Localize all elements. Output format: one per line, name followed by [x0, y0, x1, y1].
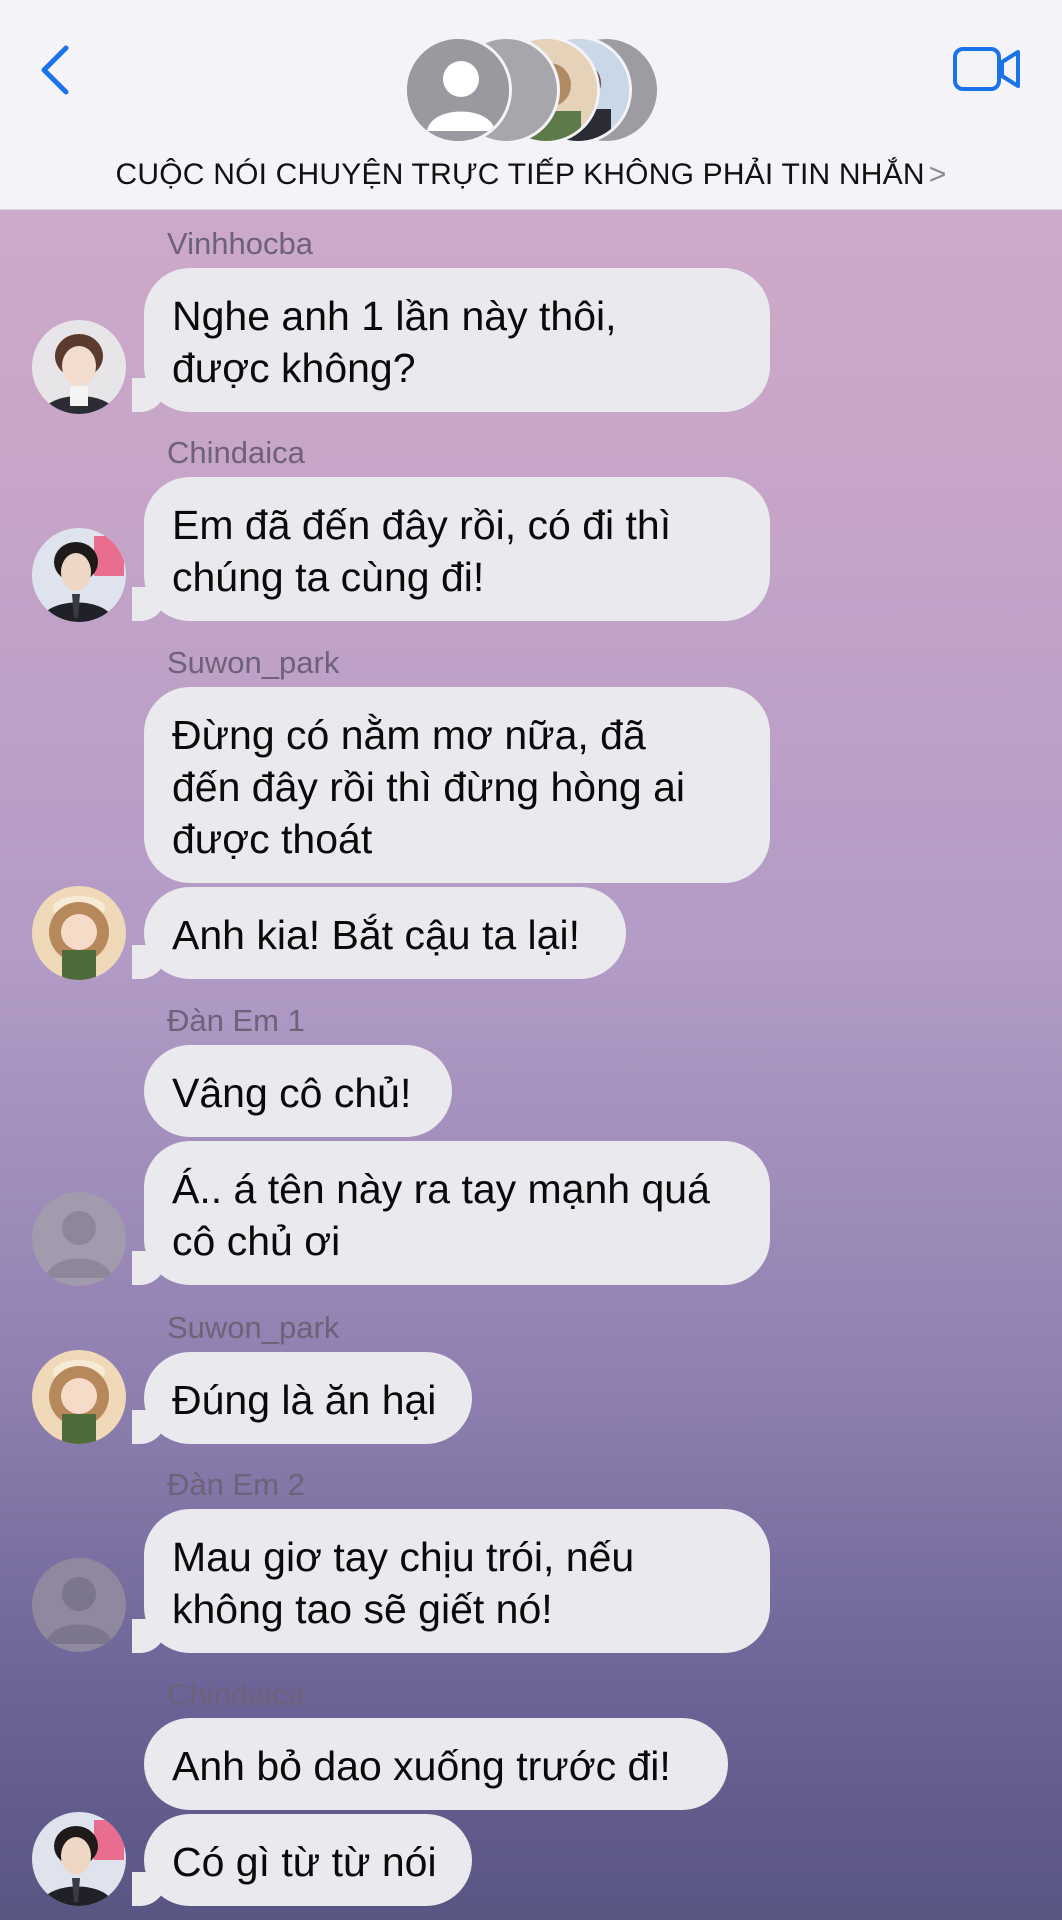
group-name-button[interactable]: CUỘC NÓI CHUYỆN TRỰC TIẾP KHÔNG PHẢI TIN… [0, 158, 1062, 192]
sender-name: Suwon_park [167, 645, 340, 680]
avatar[interactable] [32, 528, 126, 622]
avatar[interactable] [32, 1192, 126, 1286]
sender-name: Chindaica [167, 435, 305, 470]
message-bubble[interactable]: Đúng là ăn hại [132, 1352, 472, 1444]
chevron-left-icon [41, 45, 69, 95]
message-bubble[interactable]: Anh kia! Bắt cậu ta lại! [132, 887, 626, 979]
message-bubble[interactable]: Mau giơ tay chịu trói, nếu không tao sẽ … [132, 1509, 770, 1653]
sender-name: Chindaica [167, 1677, 305, 1712]
sender-name: Suwon_park [167, 1310, 340, 1345]
message-bubble[interactable]: Có gì từ từ nói [132, 1814, 472, 1906]
video-camera-icon [953, 47, 1020, 91]
group-name-label: CUỘC NÓI CHUYỆN TRỰC TIẾP KHÔNG PHẢI TIN… [115, 158, 925, 191]
message-bubble[interactable]: Anh bỏ dao xuống trước đi! [144, 1718, 728, 1810]
avatar[interactable] [32, 1812, 126, 1906]
chat-header: CUỘC NÓI CHUYỆN TRỰC TIẾP KHÔNG PHẢI TIN… [0, 0, 1062, 210]
message-bubble[interactable]: Em đã đến đây rồi, có đi thì chúng ta cù… [132, 477, 770, 621]
video-call-button[interactable] [952, 44, 1022, 94]
avatar[interactable] [32, 1558, 126, 1652]
sender-name: Vinhhocba [167, 226, 313, 261]
back-button[interactable] [36, 42, 80, 98]
group-avatar-1 [404, 36, 512, 144]
message-bubble[interactable]: Vâng cô chủ! [144, 1045, 452, 1137]
avatar[interactable] [32, 1350, 126, 1444]
sender-name: Đàn Em 1 [167, 1003, 305, 1038]
sender-name: Đàn Em 2 [167, 1467, 305, 1502]
avatar[interactable] [32, 320, 126, 414]
avatar[interactable] [32, 886, 126, 980]
message-bubble[interactable]: Nghe anh 1 lần này thôi, được không? [132, 268, 770, 412]
message-bubble[interactable]: Á.. á tên này ra tay mạnh quá cô chủ ơi [132, 1141, 770, 1285]
message-bubble[interactable]: Đừng có nằm mơ nữa, đã đến đây rồi thì đ… [144, 687, 770, 883]
group-avatar-stack[interactable] [404, 36, 660, 146]
chevron-right-icon: > [928, 158, 947, 191]
